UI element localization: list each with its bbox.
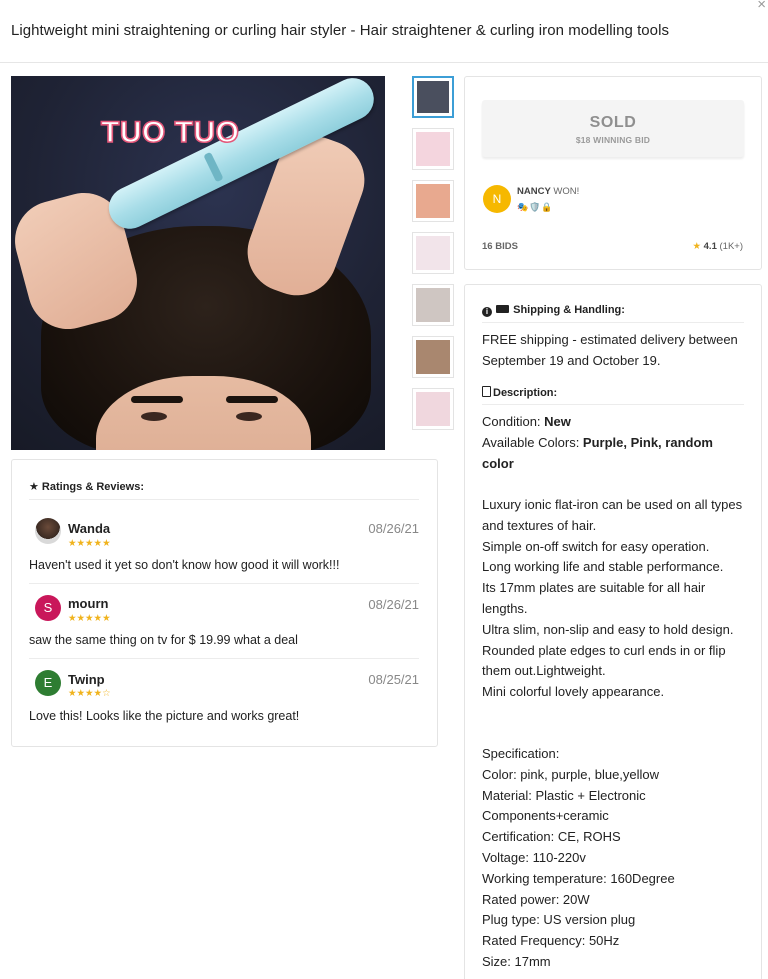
review-date: 08/26/21 [368, 597, 419, 612]
eye-right [236, 412, 262, 421]
shipping-divider [482, 322, 744, 323]
review-divider [29, 583, 419, 584]
star-icon: ★ [692, 241, 701, 252]
eye-left [141, 412, 167, 421]
truck-icon [496, 305, 510, 313]
description-heading-label: Description: [493, 387, 558, 399]
document-icon [482, 386, 491, 397]
condition-line: Condition: New [482, 412, 747, 433]
reviewer-name: Wanda [68, 521, 111, 536]
winning-bid: $18 WINNING BID [575, 135, 651, 145]
thumbnail-image [416, 392, 450, 426]
description-divider [482, 404, 744, 405]
shipping-text: FREE shipping - estimated delivery betwe… [482, 332, 738, 368]
close-icon[interactable]: × [757, 0, 766, 13]
reviews-divider [29, 499, 419, 500]
specification-body: Specification: Color: pink, purple, blue… [482, 746, 675, 969]
product-thumbnail[interactable] [412, 284, 454, 326]
condition-label: Condition: [482, 414, 545, 429]
product-thumbnail[interactable] [412, 76, 454, 118]
brow-left [131, 396, 183, 403]
avatar: S [35, 595, 61, 621]
thumbnail-image [416, 340, 450, 374]
product-thumbnail[interactable] [412, 128, 454, 170]
winner-avatar: N [483, 185, 511, 213]
seller-rating: ★ 4.1 (1K+) [692, 241, 743, 252]
winner-badges: 🎭🛡️🔒 [517, 202, 554, 212]
bid-count: 16 BIDS [482, 241, 518, 252]
sold-status: SOLD [589, 114, 637, 131]
review-stars: ★★★★★ [68, 613, 111, 624]
thumbnail-image [416, 236, 450, 270]
straightener-joint [203, 151, 224, 183]
description-body: Luxury ionic flat-iron can be used on al… [482, 497, 743, 700]
condition-value: New [544, 414, 571, 429]
winner-name: NANCY [517, 186, 551, 197]
review-text: Haven't used it yet so don't know how go… [29, 558, 340, 572]
description-heading: Description: [482, 386, 557, 399]
brow-right [226, 396, 278, 403]
shipping-heading: i Shipping & Handling: [482, 304, 625, 317]
reviewer-name: Twinp [68, 672, 105, 687]
product-thumbnail[interactable] [412, 180, 454, 222]
winner-line: NANCY WON! [517, 186, 579, 197]
rating-value: 4.1 [703, 241, 717, 252]
reviewer-name: mourn [68, 596, 109, 611]
main-product-image[interactable]: TUO TUO [11, 76, 385, 450]
image-overlay-text: TUO TUO [100, 115, 240, 150]
reviews-heading: ★ Ratings & Reviews: [29, 481, 145, 493]
info-icon: i [482, 307, 492, 317]
reviews-heading-label: Ratings & Reviews: [41, 481, 145, 493]
sold-box: SOLD $18 WINNING BID [482, 100, 744, 157]
thumbnail-image [416, 184, 450, 218]
review-date: 08/25/21 [368, 672, 419, 687]
avatar: E [35, 670, 61, 696]
product-thumbnail[interactable] [412, 232, 454, 274]
review-text: Love this! Looks like the picture and wo… [29, 709, 300, 723]
avatar [35, 518, 61, 544]
shipping-heading-label: Shipping & Handling: [513, 304, 625, 316]
review-divider [29, 658, 419, 659]
thumbnail-image [417, 81, 449, 113]
rating-count: (1K+) [716, 241, 743, 252]
title-divider [0, 62, 768, 63]
review-date: 08/26/21 [368, 521, 419, 536]
review-stars: ★★★★★ [68, 538, 111, 549]
thumbnail-image [416, 288, 450, 322]
product-thumbnail[interactable] [412, 388, 454, 430]
review-stars: ★★★★☆ [68, 688, 111, 699]
thumbnail-image [416, 132, 450, 166]
product-thumbnail[interactable] [412, 336, 454, 378]
colors-label: Available Colors: [482, 435, 583, 450]
page-title: Lightweight mini straightening or curlin… [11, 22, 669, 39]
review-text: saw the same thing on tv for $ 19.99 wha… [29, 633, 298, 647]
colors-line: Available Colors: Purple, Pink, random c… [482, 433, 747, 475]
winner-suffix: WON! [550, 186, 580, 197]
